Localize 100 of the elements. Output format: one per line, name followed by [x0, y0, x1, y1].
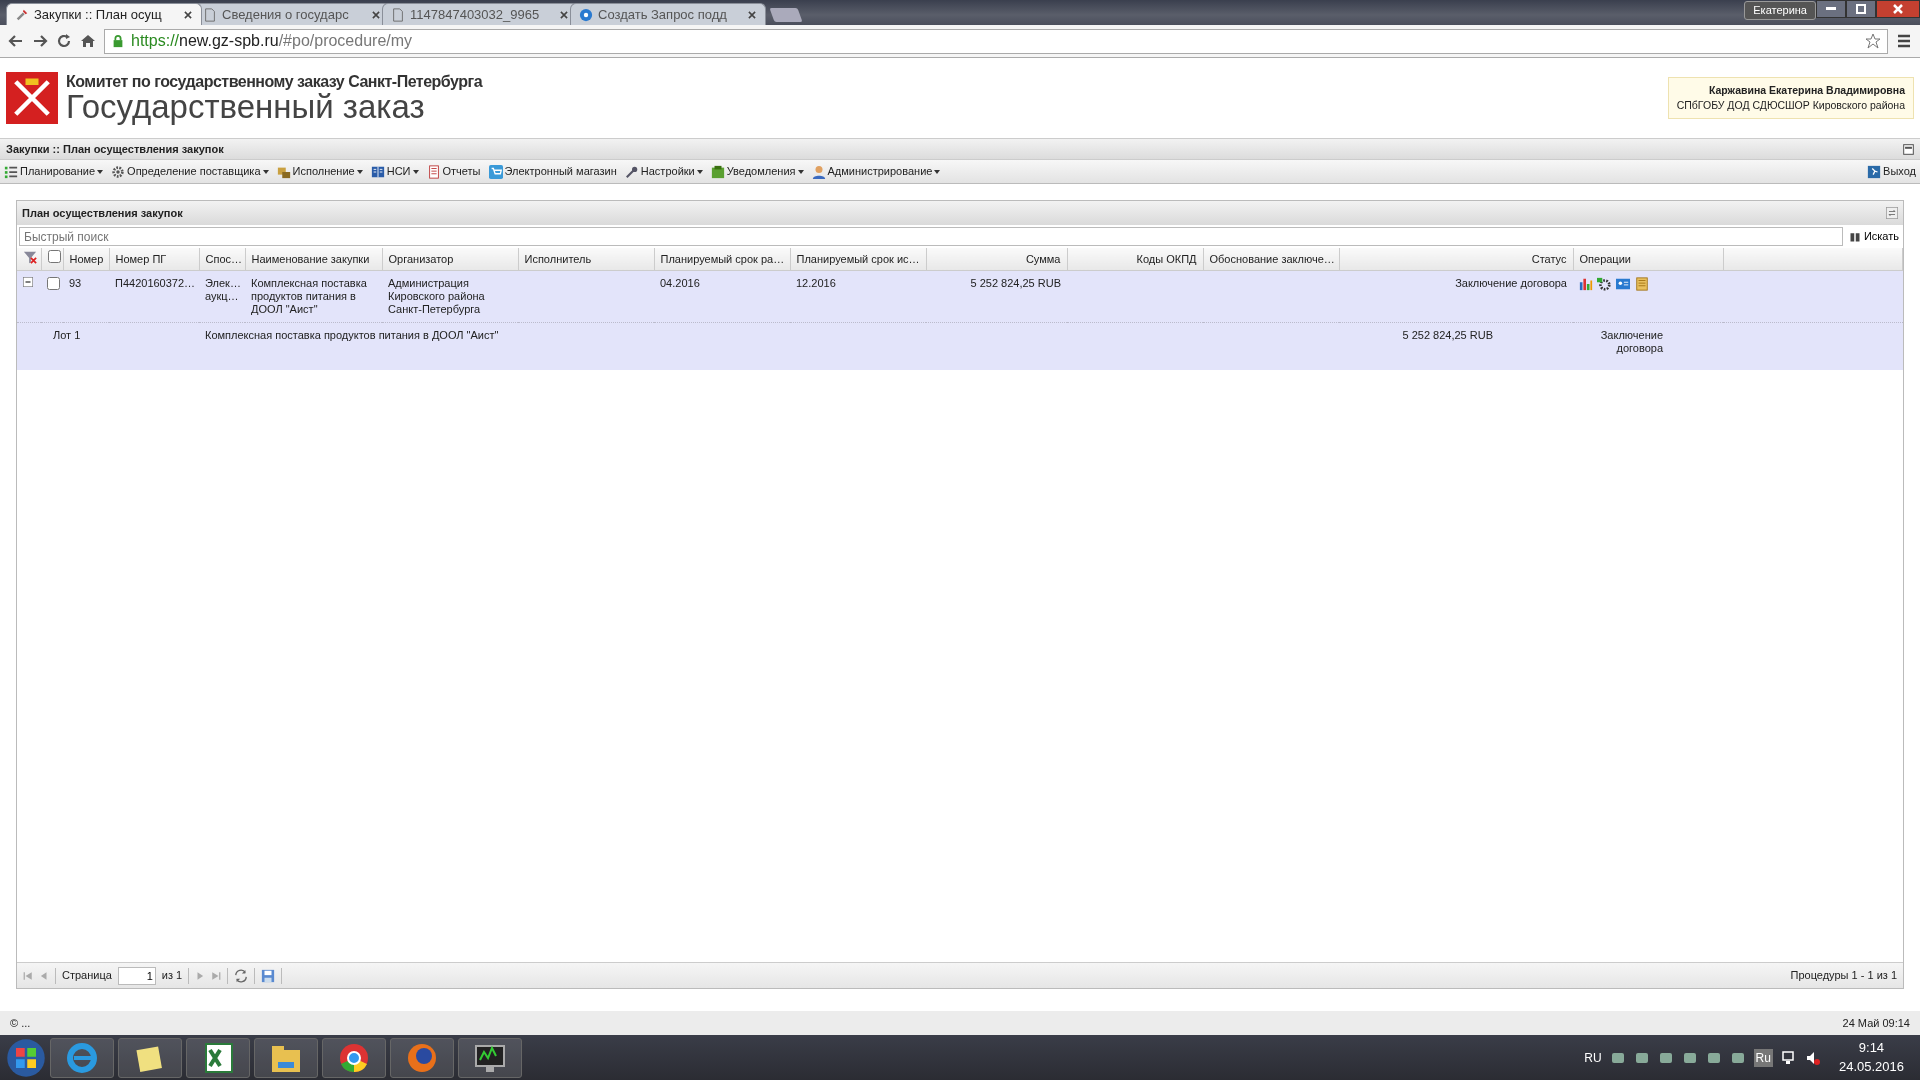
page-icon: [391, 7, 405, 22]
forward-icon[interactable]: [32, 33, 48, 49]
column-header[interactable]: Исполнитель: [518, 248, 654, 270]
column-header[interactable]: Спос…: [199, 248, 245, 270]
cart-icon: [488, 164, 503, 179]
gear-icon[interactable]: [1597, 276, 1611, 291]
lot-status: Заключение договора: [1600, 329, 1663, 355]
spreadsheet-icon: [202, 1041, 234, 1074]
clock-date[interactable]: 24.05.2016: [1838, 1057, 1904, 1076]
lot-label: Лот 1: [53, 329, 81, 342]
taskbar-button[interactable]: [254, 1037, 318, 1078]
column-header[interactable]: Наименование закупки: [245, 248, 382, 270]
book-icon: [370, 164, 385, 179]
menu-item[interactable]: Планирование: [4, 163, 104, 180]
menu-item[interactable]: Определение поставщика: [111, 163, 269, 180]
chrome-icon: [338, 1041, 370, 1074]
logout-button[interactable]: Выход: [1867, 163, 1916, 180]
table-cell: Элек… аукц…: [205, 276, 241, 302]
row-checkbox[interactable]: [47, 276, 60, 290]
help-icon: [579, 7, 593, 22]
menu-item[interactable]: НСИ: [370, 163, 419, 180]
close-icon[interactable]: [371, 9, 381, 20]
menu-item[interactable]: Настройки: [624, 163, 703, 180]
menu-item[interactable]: Исполнение: [276, 163, 363, 180]
menu-item[interactable]: Электронный магазин: [488, 163, 617, 180]
browser-tab[interactable]: Создать Запрос подд: [570, 3, 766, 25]
date-time-text: 24 Май 09:14: [1842, 1015, 1910, 1031]
bar-chart-icon[interactable]: [1579, 276, 1593, 291]
scroll-icon[interactable]: [1635, 276, 1649, 291]
column-header[interactable]: Организатор: [382, 248, 518, 270]
page-count: из 1: [161, 968, 183, 984]
language-indicator[interactable]: RU: [1584, 1048, 1602, 1067]
table-cell: 12.2016: [796, 276, 836, 289]
column-header[interactable]: Номер ПГ: [109, 248, 199, 270]
profile-button[interactable]: Екатерина: [1744, 1, 1816, 20]
column-header[interactable]: Операции: [1573, 248, 1723, 270]
network-status-icon[interactable]: [1780, 1049, 1797, 1066]
collapse-icon[interactable]: [23, 276, 33, 287]
gear-icon: [111, 164, 126, 179]
close-icon[interactable]: [559, 9, 569, 20]
column-header[interactable]: Сумма: [926, 248, 1067, 270]
menu-item[interactable]: Уведомления: [710, 163, 804, 180]
close-icon: [1892, 3, 1904, 15]
taskbar-button[interactable]: [322, 1037, 386, 1078]
column-header[interactable]: Планируемый срок ра…: [654, 248, 790, 270]
taskbar-button[interactable]: [458, 1037, 522, 1078]
url-text: https://new.gz-spb.ru/#po/procedure/my: [131, 31, 413, 51]
maximize-icon: [1856, 4, 1866, 14]
table-cell: 04.2016: [660, 276, 700, 289]
id-card-icon[interactable]: [1615, 276, 1631, 291]
taskbar-button[interactable]: [186, 1037, 250, 1078]
search-button[interactable]: Искать: [1846, 228, 1901, 245]
column-header[interactable]: Обоснование заключе…: [1203, 248, 1339, 270]
user-organization: СПбГОБУ ДОД СДЮСШОР Кировского района: [1676, 98, 1905, 113]
user-name: Каржавина Екатерина Владимировна: [1707, 83, 1905, 98]
start-button[interactable]: [6, 1037, 46, 1078]
input-language-button[interactable]: Ru: [1753, 1048, 1773, 1067]
address-bar[interactable]: https://new.gz-spb.ru/#po/procedure/my: [104, 28, 1888, 54]
lock-icon: [111, 34, 125, 48]
taskbar-button[interactable]: [118, 1037, 182, 1078]
exit-icon: [1867, 164, 1882, 179]
lot-name: Комплексная поставка продуктов питания в ДООЛ "Аист": [205, 329, 499, 342]
lot-sum: 5 252 824,25 RUB: [1402, 329, 1493, 342]
firefox-icon: [406, 1041, 438, 1074]
star-icon[interactable]: [1865, 33, 1881, 49]
column-header[interactable]: Коды ОКПД: [1067, 248, 1203, 270]
reload-icon[interactable]: [56, 33, 72, 49]
close-icon[interactable]: [183, 9, 193, 20]
list-icon: [4, 164, 18, 179]
browser-e-icon: [66, 1041, 98, 1074]
header-subtitle: Комитет по государственному заказу Санкт-Петербурга: [66, 73, 483, 90]
back-icon[interactable]: [8, 33, 24, 49]
clear-filter-icon[interactable]: [23, 249, 37, 264]
new-tab-button[interactable]: [769, 8, 803, 22]
close-icon[interactable]: [747, 9, 757, 20]
column-header[interactable]: Планируемый срок ис…: [790, 248, 926, 270]
column-header[interactable]: Статус: [1339, 248, 1573, 270]
panel-title: План осуществления закупок: [22, 205, 183, 221]
refresh-icon[interactable]: [234, 968, 249, 983]
maximize-icon[interactable]: [1903, 143, 1914, 155]
close-button[interactable]: [1876, 0, 1920, 18]
save-icon[interactable]: [261, 968, 276, 983]
pager-summary: Процедуры 1 - 1 из 1: [1790, 968, 1897, 984]
clock-time[interactable]: 9:14: [1838, 1039, 1904, 1058]
browser-tab[interactable]: Закупки :: План осущ: [6, 3, 202, 25]
minimize-button[interactable]: [1816, 0, 1846, 18]
maximize-button[interactable]: [1846, 0, 1876, 18]
refresh-icon[interactable]: [1886, 207, 1898, 219]
header-title: Государственный заказ: [66, 89, 425, 123]
notepad-icon: [710, 164, 725, 179]
table-cell: 93: [69, 276, 82, 289]
menu-icon[interactable]: [1896, 33, 1912, 49]
menu-item[interactable]: Администрирование: [811, 163, 941, 180]
tools-icon: [15, 7, 29, 22]
select-all-checkbox[interactable]: [47, 250, 61, 263]
home-icon[interactable]: [80, 33, 96, 49]
page-field[interactable]: 1: [117, 966, 156, 985]
search-field[interactable]: Быстрый поиск: [19, 227, 1843, 246]
column-header[interactable]: Номер: [63, 248, 109, 270]
menu-item[interactable]: Отчеты: [426, 163, 481, 180]
